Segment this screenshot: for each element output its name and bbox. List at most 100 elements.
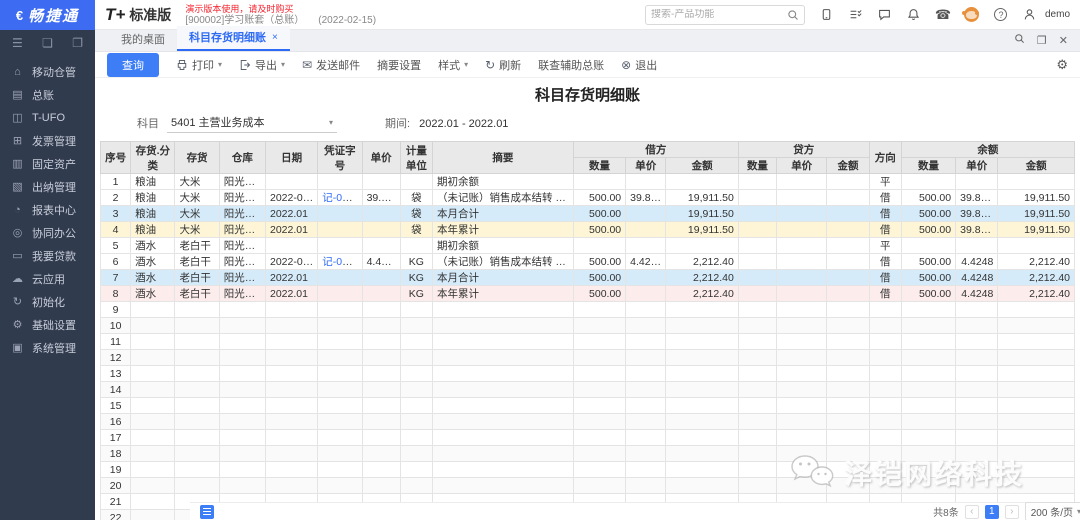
cell-credit-price	[777, 174, 827, 190]
cell-debit-price: 4.4248	[626, 254, 666, 270]
sidebar-item-report-center[interactable]: ◔报表中心	[0, 198, 95, 221]
search-icon[interactable]	[787, 9, 799, 21]
sidebar-item-general-ledger[interactable]: ▤总账	[0, 83, 95, 106]
cell-credit-qty	[738, 270, 776, 286]
cell-unit: KG	[400, 270, 432, 286]
subject-filter-select[interactable]: 5401 主营业务成本 ▾	[167, 113, 337, 133]
help-icon[interactable]: ?	[993, 7, 1009, 23]
send-mail-button[interactable]: ✉ 发送邮件	[302, 57, 360, 73]
cell-category: 酒水	[131, 254, 175, 270]
cell-price	[362, 366, 400, 382]
cell-unit	[400, 478, 432, 494]
cell-credit-qty	[738, 302, 776, 318]
current-page-button[interactable]: 1	[985, 505, 999, 519]
cell-summary	[432, 462, 573, 478]
cell-unit: KG	[400, 286, 432, 302]
summary-settings-button[interactable]: 摘要设置	[377, 57, 421, 73]
cell-credit-price	[777, 318, 827, 334]
page-size-select[interactable]: 200 条/页 ▾	[1025, 502, 1080, 520]
sidebar-search-icon[interactable]: ❏	[42, 36, 53, 50]
cell-debit-price	[626, 366, 666, 382]
menu-icon[interactable]: ☰	[12, 36, 23, 50]
grid-summary-icon[interactable]	[200, 505, 214, 519]
sidebar-item-t-ufo[interactable]: ◫T-UFO	[0, 106, 95, 129]
table-row-empty: 14	[101, 382, 1075, 398]
cell-balance-qty	[901, 366, 955, 382]
col-category: 存货.分类	[131, 142, 175, 174]
cell-direction	[869, 430, 901, 446]
cell-credit-price	[777, 222, 827, 238]
refresh-button[interactable]: ↻ 刷新	[485, 57, 521, 73]
cell-date	[265, 398, 317, 414]
print-button[interactable]: 打印▾	[176, 57, 222, 73]
sidebar-item-cashier[interactable]: ▧出纳管理	[0, 175, 95, 198]
product-search-box[interactable]	[645, 5, 805, 25]
sidebar-item-fixed-assets[interactable]: ▥固定资产	[0, 152, 95, 175]
table-row: 8酒水老白干阳光仓库2022.01KG本年累计500.002,212.40借50…	[101, 286, 1075, 302]
username-label[interactable]: demo	[1045, 9, 1070, 20]
toolbar: 查询 打印▾ 导出▾ ✉ 发送邮件 摘要设置 样式▾ ↻ 刷新	[95, 52, 1080, 78]
device-icon[interactable]	[819, 7, 835, 23]
user-icon[interactable]	[1022, 7, 1038, 23]
bell-icon[interactable]	[906, 7, 922, 23]
table-row: 6酒水老白干阳光仓库2022-01-31记-00054.4248KG（未记账）销…	[101, 254, 1075, 270]
mascot-icon[interactable]	[964, 7, 980, 23]
cell-credit-qty	[738, 174, 776, 190]
cell-debit-amount	[666, 334, 738, 350]
chanjet-logo: € 畅捷通	[0, 0, 95, 30]
sidebar-item-cloud-apps[interactable]: ☁云应用	[0, 267, 95, 290]
style-button[interactable]: 样式▾	[438, 57, 468, 73]
cell-item: 大米	[175, 206, 219, 222]
cell-debit-price	[626, 334, 666, 350]
settings-gear-icon[interactable]: ⚙	[1056, 57, 1068, 73]
sidebar-item-basic-settings[interactable]: ⚙基础设置	[0, 313, 95, 336]
cell-voucher	[318, 302, 362, 318]
tab-search-icon[interactable]	[1014, 33, 1025, 47]
tab-my-desktop[interactable]: 我的桌面	[109, 28, 177, 51]
cell-credit-price	[777, 334, 827, 350]
sidebar-item-collaboration[interactable]: ◎协同办公	[0, 221, 95, 244]
checklist-icon[interactable]	[848, 7, 864, 23]
new-window-icon[interactable]: ❐	[72, 36, 83, 50]
cell-balance-amount	[998, 174, 1075, 190]
cell-unit	[400, 446, 432, 462]
cell-balance-amount	[998, 462, 1075, 478]
export-button[interactable]: 导出▾	[239, 57, 285, 73]
voucher-link[interactable]: 记-0005	[322, 256, 359, 268]
search-input[interactable]	[651, 9, 787, 20]
sidebar-item-mobile-warehouse[interactable]: ⌂移动仓管	[0, 60, 95, 83]
prev-page-button[interactable]: ‹	[965, 505, 979, 519]
message-icon[interactable]	[877, 7, 893, 23]
close-all-icon[interactable]: ✕	[1059, 34, 1068, 47]
cell-price	[362, 382, 400, 398]
tab-close-icon[interactable]: ×	[272, 32, 278, 43]
cell-item	[175, 382, 219, 398]
sidebar-item-invoice[interactable]: ⊞发票管理	[0, 129, 95, 152]
sidebar-item-initialization[interactable]: ↻初始化	[0, 290, 95, 313]
cell-category	[131, 302, 175, 318]
tab-subject-inventory-ledger[interactable]: 科目存货明细账 ×	[177, 26, 290, 51]
col-balance-price: 单价	[956, 158, 998, 174]
phone-icon[interactable]: ☎	[935, 7, 951, 23]
query-button[interactable]: 查询	[107, 53, 159, 77]
cell-seq: 17	[101, 430, 131, 446]
fullscreen-icon[interactable]: ❐	[1037, 34, 1047, 47]
cell-item	[175, 318, 219, 334]
cell-summary	[432, 430, 573, 446]
sidebar-item-loan[interactable]: ▭我要贷款	[0, 244, 95, 267]
col-group-balance: 余额	[901, 142, 1074, 158]
cell-debit-price	[626, 270, 666, 286]
cell-credit-amount	[827, 382, 869, 398]
cell-debit-qty: 500.00	[573, 190, 625, 206]
cell-debit-qty	[573, 174, 625, 190]
exit-button[interactable]: ⊗ 退出	[621, 57, 657, 73]
cell-seq: 15	[101, 398, 131, 414]
voucher-link[interactable]: 记-0005	[322, 192, 359, 204]
next-page-button[interactable]: ›	[1005, 505, 1019, 519]
cell-unit: KG	[400, 254, 432, 270]
cell-direction	[869, 478, 901, 494]
linked-auxiliary-ledger-button[interactable]: 联查辅助总账	[538, 57, 604, 73]
sidebar-item-system-management[interactable]: ▣系统管理	[0, 336, 95, 359]
cell-direction	[869, 302, 901, 318]
cell-category	[131, 318, 175, 334]
